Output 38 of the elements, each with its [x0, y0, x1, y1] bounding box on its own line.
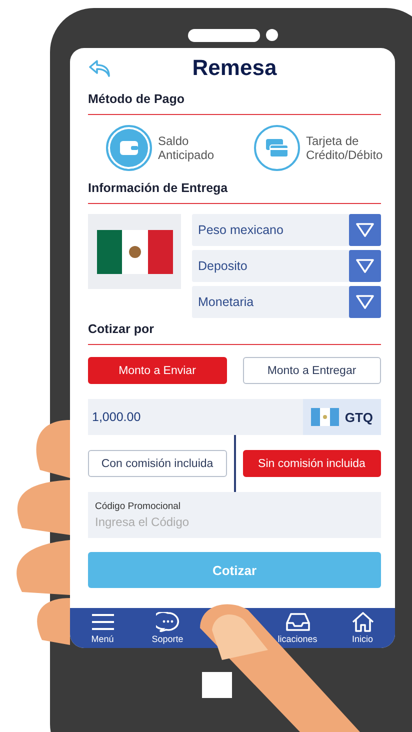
finger-drawing [36, 420, 70, 478]
dropdown-select[interactable]: Peso mexicano [192, 214, 381, 246]
finger-drawing [37, 598, 70, 645]
nav-label[interactable]: Inicio [352, 634, 373, 644]
caret-down-icon [356, 259, 374, 273]
finger-drawing [17, 480, 70, 535]
section-heading: Cotizar por [88, 322, 154, 336]
commission-option-button[interactable]: Con comisión incluida [88, 450, 226, 477]
amount-field[interactable]: 1,000.00 GTQ [88, 399, 381, 435]
commission-option-button[interactable]: Sin comisión incluida [242, 450, 381, 477]
quote-mode-button[interactable]: Monto a Entregar [242, 357, 381, 384]
nav-label[interactable]: Menú [91, 634, 114, 644]
camera-dot [266, 29, 278, 41]
caret-down-icon [356, 295, 374, 309]
credit-cards-icon [265, 138, 289, 158]
field-label: Código Promocional [95, 501, 181, 512]
dropdown-select[interactable]: Deposito [192, 250, 381, 282]
payment-option-label: Saldo Anticipado [158, 134, 216, 162]
dropdown-select[interactable]: Monetaria [192, 286, 381, 318]
finger-drawing [16, 540, 70, 595]
guatemala-flag-icon [310, 408, 339, 426]
inbox-tray-icon[interactable] [286, 612, 310, 632]
mexico-flag-icon [96, 230, 172, 274]
menu-icon[interactable] [90, 612, 114, 632]
section-heading: Método de Pago [88, 92, 185, 106]
page-title: Remesa [192, 55, 277, 80]
speaker-slot [188, 28, 260, 42]
home-icon[interactable] [350, 612, 374, 632]
promo-code-input[interactable]: Ingresa el Código [95, 515, 295, 529]
caret-down-icon [356, 223, 374, 237]
payment-option-label: Tarjeta de Crédito/Débito [306, 134, 384, 162]
nav-label[interactable]: Soporte [152, 634, 184, 644]
wallet-icon [119, 140, 139, 156]
quote-mode-button[interactable]: Monto a Enviar [88, 357, 226, 384]
section-heading: Información de Entrega [88, 181, 228, 195]
currency-selector[interactable]: GTQ [302, 399, 381, 435]
nav-label[interactable]: licaciones [278, 634, 318, 644]
chat-bubble-icon[interactable] [156, 612, 180, 632]
